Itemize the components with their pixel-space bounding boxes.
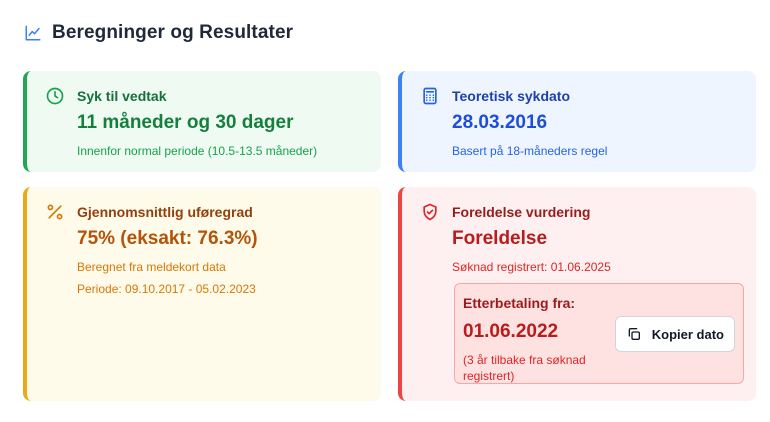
- card-value: Foreldelse: [452, 228, 548, 249]
- average-disability-card: Gjennomsnittlig uføregrad 75% (eksakt: 7…: [23, 187, 381, 401]
- percent-icon: [45, 202, 65, 222]
- theoretical-sick-date-card: Teoretisk sykdato 28.03.2016 Basert på 1…: [398, 71, 756, 172]
- card-title: Teoretisk sykdato: [452, 88, 571, 104]
- line-chart-icon: [24, 24, 42, 42]
- backpay-label: Etterbetaling fra:: [463, 295, 576, 311]
- card-value: 75% (eksakt: 76.3%): [77, 228, 258, 249]
- section-header: Beregninger og Resultater: [24, 22, 293, 44]
- backpay-box: Etterbetaling fra: 01.06.2022 (3 år tilb…: [454, 283, 744, 384]
- calculator-icon: [420, 86, 440, 106]
- card-period: Periode: 09.10.2017 - 05.02.2023: [77, 282, 256, 296]
- copy-button-label: Kopier dato: [651, 326, 724, 342]
- card-note: Beregnet fra meldekort data: [77, 260, 226, 274]
- clock-icon: [45, 86, 65, 106]
- copy-date-button[interactable]: Kopier dato: [614, 316, 735, 352]
- copy-icon: [626, 326, 642, 342]
- card-value: 28.03.2016: [452, 112, 548, 133]
- card-note: Søknad registrert: 01.06.2025: [452, 260, 611, 274]
- sick-until-decision-card: Syk til vedtak 11 måneder og 30 dager In…: [23, 71, 381, 172]
- page-title: Beregninger og Resultater: [52, 22, 294, 43]
- card-title: Gjennomsnittlig uføregrad: [77, 204, 253, 220]
- card-title: Foreldelse vurdering: [452, 204, 591, 220]
- card-note: Innenfor normal periode (10.5-13.5 måned…: [77, 144, 318, 158]
- card-note: Basert på 18-måneders regel: [452, 144, 608, 158]
- backpay-note: (3 år tilbake fra søknad registrert): [463, 353, 586, 383]
- limitation-card: Foreldelse vurdering Foreldelse Søknad r…: [398, 187, 756, 401]
- card-value: 11 måneder og 30 dager: [77, 112, 294, 133]
- shield-check-icon: [420, 202, 440, 222]
- card-title: Syk til vedtak: [77, 88, 167, 104]
